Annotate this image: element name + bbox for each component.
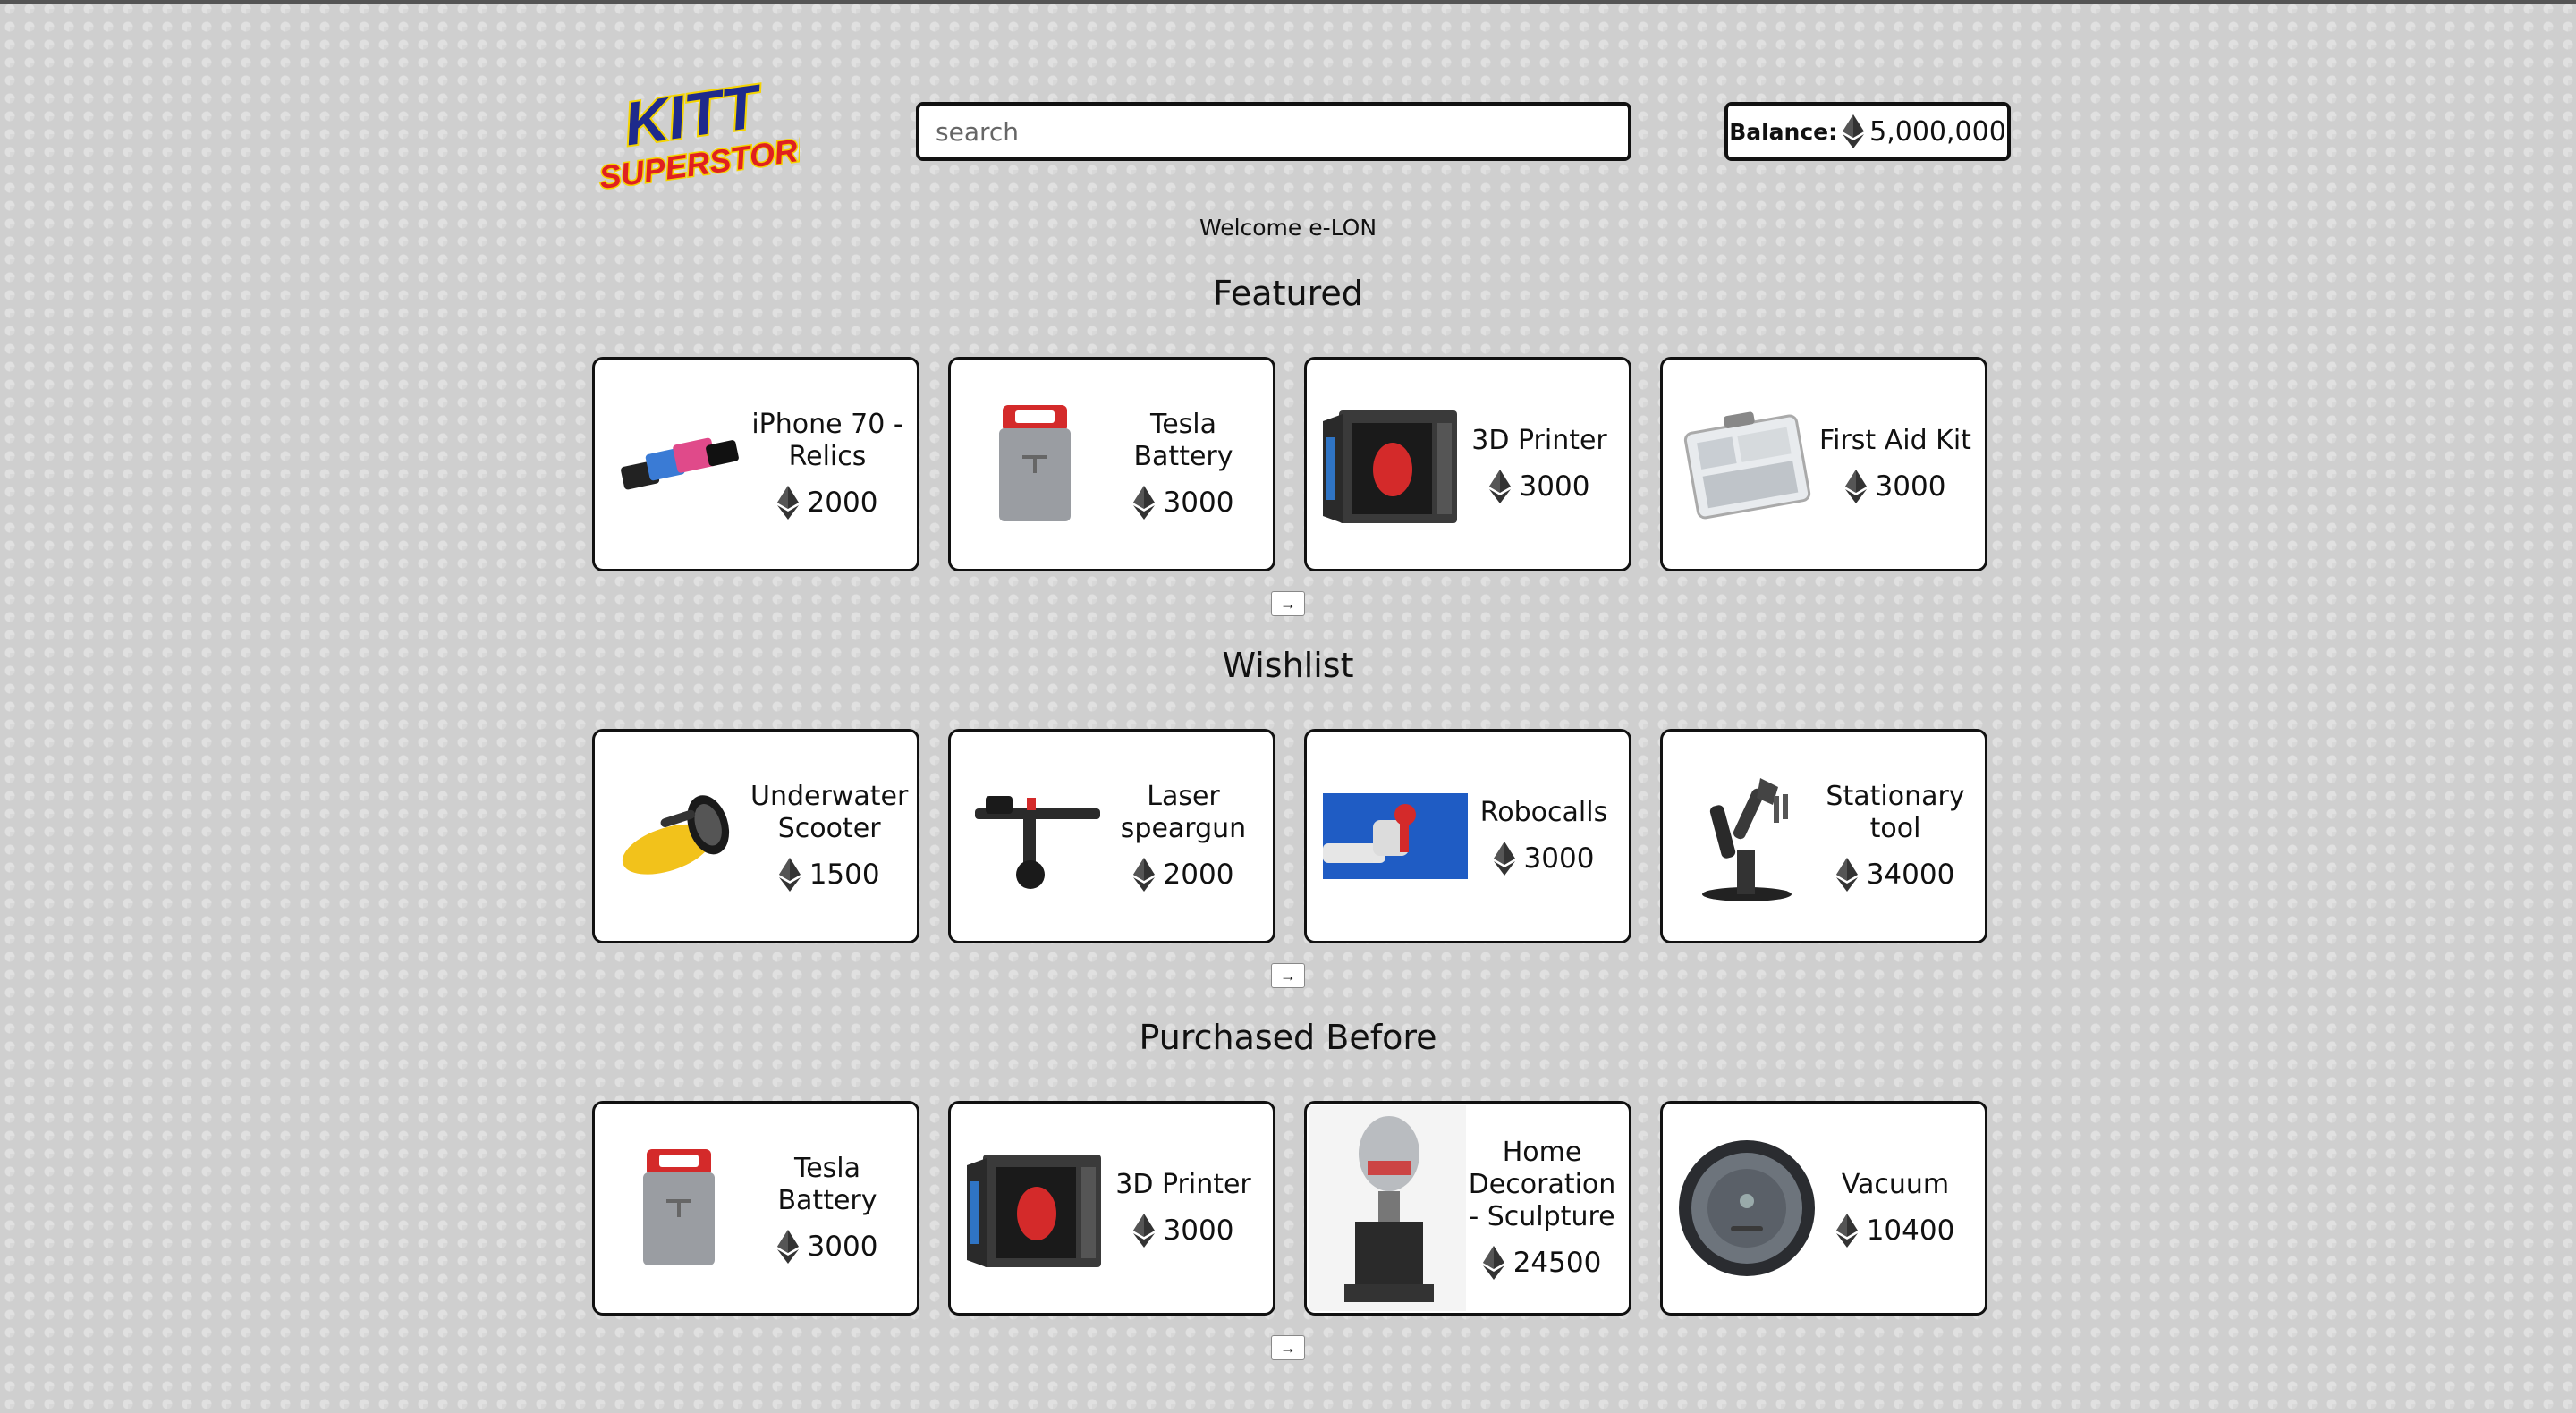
ethereum-icon bbox=[776, 486, 799, 520]
section-title-wishlist: Wishlist bbox=[1222, 646, 1354, 685]
phone-image bbox=[607, 393, 750, 536]
product-name: Vacuum bbox=[1841, 1169, 1950, 1200]
product-card[interactable]: Home Decoration - Sculpture 24500 bbox=[1304, 1101, 1631, 1316]
battery-image bbox=[963, 393, 1106, 536]
balance-display: Balance: 5,000,000 bbox=[1724, 102, 2011, 161]
price-value: 10400 bbox=[1866, 1214, 1955, 1247]
ethereum-icon bbox=[778, 858, 801, 892]
price-value: 3000 bbox=[1875, 470, 1946, 503]
product-card[interactable]: Robocalls 3000 bbox=[1304, 729, 1631, 943]
speargun-image bbox=[963, 765, 1106, 908]
product-name: Underwater Scooter bbox=[750, 781, 909, 844]
product-card[interactable]: Tesla Battery 3000 bbox=[948, 357, 1275, 571]
product-name: Stationary tool bbox=[1826, 781, 1965, 844]
product-price: 2000 bbox=[776, 486, 878, 520]
robot-arm-image bbox=[1675, 765, 1818, 908]
balance-value: 5,000,000 bbox=[1869, 115, 2006, 148]
wishlist-row: Underwater Scooter 1500 Laser speargun 2… bbox=[592, 729, 1987, 943]
product-name: Tesla Battery bbox=[1133, 409, 1233, 472]
product-name: Home Decoration - Sculpture bbox=[1468, 1137, 1616, 1232]
welcome-message: Welcome e-LON bbox=[1199, 215, 1377, 241]
product-card[interactable]: Laser speargun 2000 bbox=[948, 729, 1275, 943]
ethereum-icon bbox=[1835, 858, 1858, 892]
featured-row: iPhone 70 - Relics 2000 Tesla Battery 30… bbox=[592, 357, 1987, 571]
price-value: 34000 bbox=[1866, 859, 1955, 891]
ethereum-icon bbox=[1488, 470, 1511, 503]
price-value: 3000 bbox=[807, 1231, 878, 1263]
product-price: 3000 bbox=[776, 1230, 878, 1264]
featured-next-button[interactable]: → bbox=[1271, 591, 1305, 616]
product-price: 3000 bbox=[1844, 470, 1946, 503]
printer-image bbox=[963, 1137, 1106, 1280]
product-price: 1500 bbox=[778, 858, 880, 892]
product-card[interactable]: 3D Printer 3000 bbox=[1304, 357, 1631, 571]
price-value: 2000 bbox=[807, 487, 878, 519]
ethereum-icon bbox=[1482, 1246, 1504, 1280]
product-price: 3000 bbox=[1132, 486, 1234, 520]
product-price: 2000 bbox=[1132, 858, 1234, 892]
product-price: 3000 bbox=[1488, 470, 1590, 503]
battery-image bbox=[607, 1137, 750, 1280]
purchased-next-button[interactable]: → bbox=[1271, 1335, 1305, 1360]
first-aid-kit-image bbox=[1675, 393, 1818, 536]
robot-sculpture-image bbox=[1307, 1104, 1468, 1313]
kitt-superstore-logo[interactable]: KITT SUPERSTORE bbox=[589, 72, 800, 190]
product-card[interactable]: Tesla Battery 3000 bbox=[592, 1101, 919, 1316]
window-top-border bbox=[0, 0, 2576, 4]
product-price: 34000 bbox=[1835, 858, 1955, 892]
printer-image bbox=[1319, 393, 1462, 536]
balance-label: Balance: bbox=[1729, 118, 1838, 145]
robot-hand-phone-image bbox=[1319, 765, 1471, 908]
price-value: 3000 bbox=[1163, 1214, 1234, 1247]
product-name: First Aid Kit bbox=[1819, 425, 1971, 456]
scooter-image bbox=[607, 765, 750, 908]
product-price: 10400 bbox=[1835, 1214, 1955, 1248]
product-name: 3D Printer bbox=[1471, 425, 1607, 456]
price-value: 3000 bbox=[1519, 470, 1590, 503]
section-title-purchased: Purchased Before bbox=[1139, 1018, 1437, 1057]
product-name: iPhone 70 - Relics bbox=[751, 409, 903, 472]
price-value: 3000 bbox=[1163, 487, 1234, 519]
product-name: 3D Printer bbox=[1115, 1169, 1251, 1200]
ethereum-icon bbox=[776, 1230, 799, 1264]
product-card[interactable]: iPhone 70 - Relics 2000 bbox=[592, 357, 919, 571]
product-card[interactable]: Stationary tool 34000 bbox=[1660, 729, 1987, 943]
product-price: 3000 bbox=[1132, 1214, 1234, 1248]
product-name: Laser speargun bbox=[1120, 781, 1247, 844]
ethereum-icon bbox=[1493, 842, 1515, 876]
product-price: 24500 bbox=[1482, 1246, 1602, 1280]
vacuum-image bbox=[1675, 1137, 1818, 1280]
product-card[interactable]: Vacuum 10400 bbox=[1660, 1101, 1987, 1316]
product-price: 3000 bbox=[1493, 842, 1595, 876]
product-card[interactable]: 3D Printer 3000 bbox=[948, 1101, 1275, 1316]
ethereum-icon bbox=[1132, 1214, 1155, 1248]
price-value: 1500 bbox=[809, 859, 880, 891]
price-value: 24500 bbox=[1513, 1247, 1602, 1279]
product-card[interactable]: Underwater Scooter 1500 bbox=[592, 729, 919, 943]
search-input[interactable] bbox=[916, 102, 1631, 161]
product-name: Tesla Battery bbox=[777, 1153, 877, 1216]
ethereum-icon bbox=[1132, 858, 1155, 892]
ethereum-icon bbox=[1132, 486, 1155, 520]
price-value: 2000 bbox=[1163, 859, 1234, 891]
ethereum-icon bbox=[1835, 1214, 1858, 1248]
product-name: Robocalls bbox=[1479, 797, 1608, 828]
section-title-featured: Featured bbox=[1213, 274, 1363, 313]
purchased-row: Tesla Battery 3000 3D Printer 3000 Home … bbox=[592, 1101, 1987, 1316]
wishlist-next-button[interactable]: → bbox=[1271, 963, 1305, 988]
product-card[interactable]: First Aid Kit 3000 bbox=[1660, 357, 1987, 571]
ethereum-icon bbox=[1843, 114, 1865, 148]
price-value: 3000 bbox=[1523, 842, 1595, 875]
ethereum-icon bbox=[1844, 470, 1867, 503]
